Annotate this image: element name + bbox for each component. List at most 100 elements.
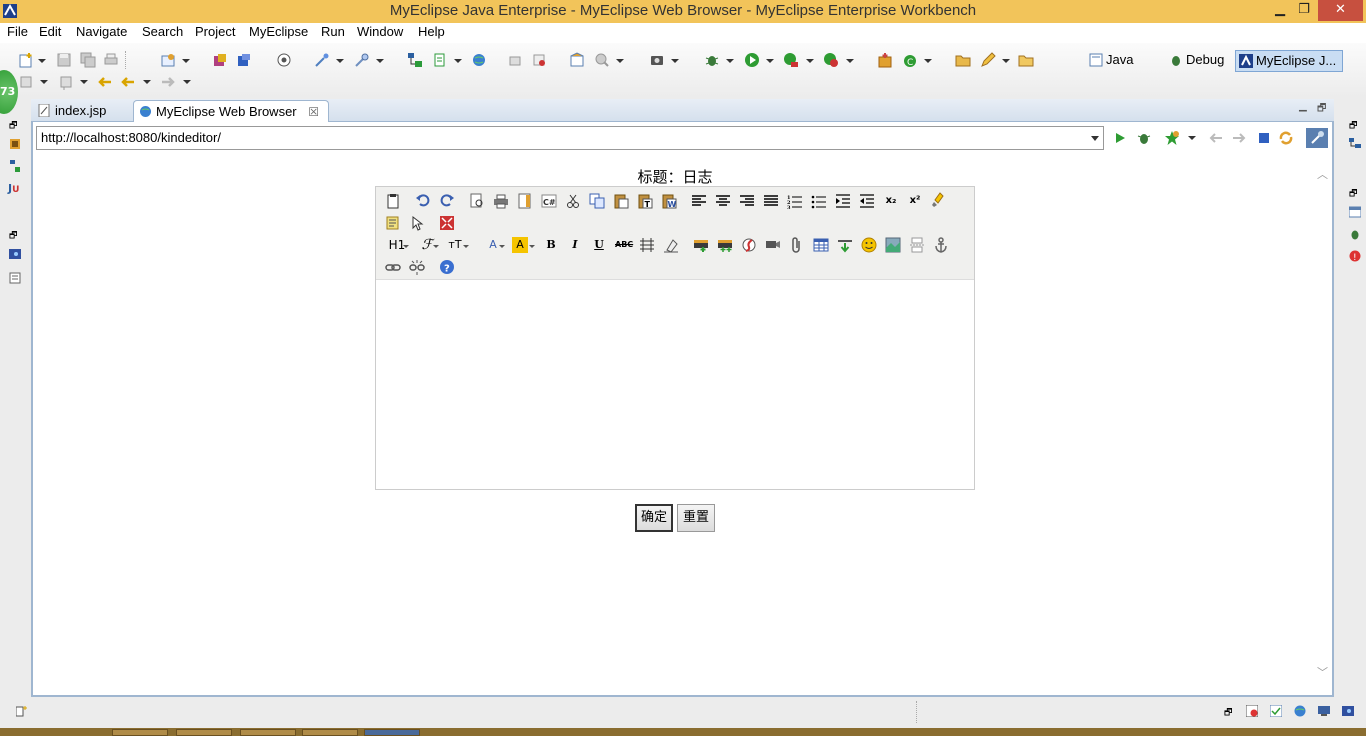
code-icon[interactable]: C# [541,193,557,209]
pencil-icon[interactable] [980,52,996,68]
ordered-list-icon[interactable]: 123 [787,193,803,209]
menu-file[interactable]: File [7,24,28,39]
camera-dropdown-icon[interactable] [671,59,679,63]
cut-icon[interactable] [565,193,581,209]
submit-button[interactable]: 确定 [635,504,673,532]
run-icon[interactable] [744,52,760,68]
status-restore-icon[interactable]: 🗗 [1224,705,1236,718]
hilitecolor-icon[interactable]: A [512,237,528,253]
fast-view-icon[interactable] [16,705,28,717]
emoticons-icon[interactable] [861,237,877,253]
menu-run[interactable]: Run [321,24,345,39]
insertfile-icon[interactable] [789,237,805,253]
taskbar-item[interactable] [176,729,232,736]
hierarchy-icon[interactable] [407,52,423,68]
editor-content-area[interactable] [376,281,974,489]
restore-2-icon[interactable]: 🗗 [9,228,21,241]
underline-icon[interactable]: U [591,237,607,253]
image-view-icon[interactable] [1342,705,1354,717]
superscript-icon[interactable]: x² [907,193,923,209]
redo-icon[interactable] [439,192,455,208]
debug-page-icon[interactable] [1136,130,1152,146]
link-icon[interactable] [385,259,401,275]
url-history-dropdown-icon[interactable] [1091,136,1099,141]
menu-search[interactable]: Search [142,24,183,39]
task-icon[interactable] [569,52,585,68]
restore-right-2-icon[interactable]: 🗗 [1349,186,1361,199]
wizard-icon[interactable] [314,52,330,68]
url-input[interactable]: http://localhost:8080/kindeditor/ [36,126,1104,150]
tasks-view-icon[interactable] [1270,705,1282,717]
forecolor-dropdown-icon[interactable] [499,245,505,248]
problems-view-icon[interactable] [1246,705,1258,717]
about-icon[interactable]: ? [439,259,455,275]
media-icon[interactable] [765,237,781,253]
new-class-dropdown-icon[interactable] [924,59,932,63]
perspective-myeclipse[interactable]: MyEclipse J... [1235,50,1344,72]
unlink-icon[interactable] [409,259,425,275]
fullscreen-icon[interactable] [439,215,455,231]
close-button[interactable]: ✕ [1318,0,1363,21]
pagebreak-icon[interactable] [909,237,925,253]
preview-icon[interactable] [469,193,485,209]
anchor-icon[interactable] [933,237,949,253]
clear-html-icon[interactable] [931,192,947,208]
browser-globe-icon[interactable] [471,52,487,68]
open-type-icon[interactable] [432,52,448,68]
server-blue-icon[interactable] [236,52,252,68]
baidumap-icon[interactable] [885,237,901,253]
justify-left-icon[interactable] [691,193,707,209]
menu-help[interactable]: Help [418,24,445,39]
fontsize-dropdown-icon[interactable] [463,245,469,248]
perspective-java[interactable]: Java [1086,50,1133,72]
deploy-icon[interactable] [160,52,176,68]
tab-web-browser[interactable]: MyEclipse Web Browser ☒ [133,100,329,122]
back-dropdown-icon[interactable] [143,80,151,84]
new-class-icon[interactable]: C [902,52,918,68]
search-dropdown-icon[interactable] [616,59,624,63]
wordpaste-icon[interactable]: W [661,193,677,209]
search-globe-icon[interactable] [594,52,610,68]
menu-project[interactable]: Project [195,24,235,39]
toggle-mark-dropdown-icon[interactable] [40,80,48,84]
package-explorer-icon[interactable] [9,138,21,150]
italic-icon[interactable]: I [567,237,583,253]
properties-view-icon[interactable] [9,272,21,284]
taskbar-item[interactable] [302,729,358,736]
bold-icon[interactable]: B [543,237,559,253]
lineheight-icon[interactable] [639,237,655,253]
db-wizard-dropdown-icon[interactable] [376,59,384,63]
source-icon[interactable] [385,193,401,209]
minimize-view-icon[interactable]: ▁ [1299,101,1307,112]
run-external-icon[interactable] [783,52,799,68]
maximize-button[interactable]: ❐ [1290,0,1318,21]
coverage-dropdown-icon[interactable] [846,59,854,63]
taskbar-item[interactable] [112,729,168,736]
last-edit-icon[interactable] [531,52,547,68]
save-icon[interactable] [56,52,72,68]
image-preview-icon[interactable] [9,248,21,260]
restore-icon[interactable]: 🗗 [9,118,21,131]
back-arrow-icon[interactable] [120,74,136,90]
console-view-icon[interactable] [1349,206,1361,218]
perspective-debug[interactable]: Debug [1166,50,1224,72]
web-service-icon[interactable] [276,52,292,68]
pencil-dropdown-icon[interactable] [1002,59,1010,63]
reset-button[interactable]: 重置 [677,504,715,532]
menu-window[interactable]: Window [357,24,403,39]
browser-options-icon[interactable] [1306,128,1328,148]
run-dropdown-icon[interactable] [766,59,774,63]
restore-right-icon[interactable]: 🗗 [1349,118,1361,131]
menu-navigate[interactable]: Navigate [76,24,127,39]
prev-edit-icon[interactable] [507,52,523,68]
new-dropdown-icon[interactable] [38,59,46,63]
tab-close-icon[interactable]: ☒ [308,105,319,119]
annotation-icon[interactable] [58,74,74,90]
indent-icon[interactable] [835,193,851,209]
strikethrough-icon[interactable]: ABC [615,237,633,253]
quickformat-icon[interactable] [385,215,401,231]
multiimage-icon[interactable] [717,237,733,253]
hr-icon[interactable] [837,237,853,253]
bookmark-dropdown-icon[interactable] [1188,136,1196,140]
save-all-icon[interactable] [80,52,96,68]
